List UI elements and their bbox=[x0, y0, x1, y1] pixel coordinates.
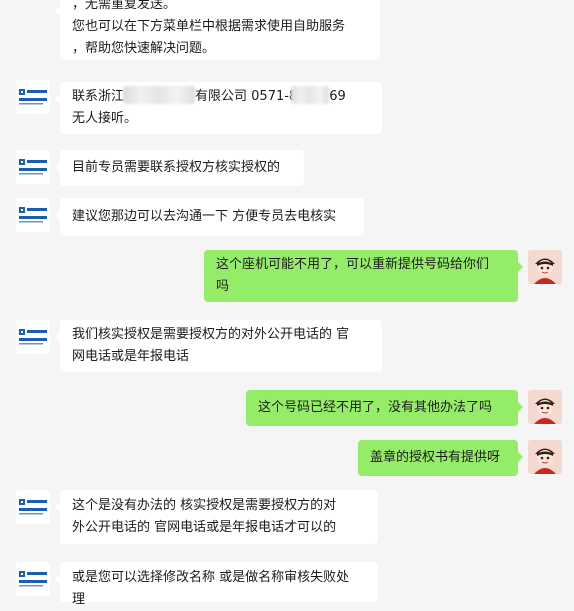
company-logo-icon[interactable] bbox=[16, 562, 50, 596]
message-text-part: 有限公司 0571-8 bbox=[195, 89, 298, 104]
message-bubble-incoming: 这个是没有办法的 核实授权是需要授权方的对 外公开电话的 官网电话或是年报电话才… bbox=[55, 490, 378, 544]
message-bubble-incoming: 建议您那边可以去沟通一下 方便专员去电核实 bbox=[55, 198, 364, 236]
message-text: 目前专员需要联系授权方核实授权的 bbox=[72, 160, 281, 175]
redacted-text bbox=[291, 86, 330, 104]
message-text: 盖章的授权书有提供呀 bbox=[370, 450, 501, 465]
message-text: 这个座机可能不用了，可以重新提供号码给你们 bbox=[216, 257, 490, 272]
user-cartoon-avatar[interactable] bbox=[528, 440, 562, 474]
chat-window: ，无需重复发送。 您也可以在下方菜单栏中根据需求使用自助服务 ，帮助您快速解决问… bbox=[0, 0, 574, 607]
message-text: 我们核实授权是需要授权方的对外公开电话的 官 bbox=[72, 327, 350, 342]
message-text-line: 联系浙江中 有限公司 0571-8 69 bbox=[72, 86, 370, 108]
company-logo-icon[interactable] bbox=[16, 320, 50, 354]
message-bubble-incoming: 目前专员需要联系授权方核实授权的 bbox=[55, 150, 304, 186]
message-text: 网电话或是年报电话 bbox=[72, 349, 190, 364]
company-logo-icon[interactable] bbox=[16, 490, 50, 524]
message-text: ，无需重复发送。 bbox=[72, 0, 177, 12]
message-bubble-outgoing: 这个座机可能不用了，可以重新提供号码给你们 吗 bbox=[204, 250, 523, 302]
company-logo-icon[interactable] bbox=[16, 150, 50, 184]
message-bubble-outgoing: 这个号码已经不用了，没有其他办法了吗 bbox=[246, 390, 523, 426]
message-text: 无人接听。 bbox=[72, 111, 138, 126]
user-cartoon-avatar[interactable] bbox=[528, 390, 562, 424]
message-text: 理 bbox=[72, 592, 86, 607]
message-text: 这个号码已经不用了，没有其他办法了吗 bbox=[258, 400, 493, 415]
message-bubble-outgoing: 盖章的授权书有提供呀 bbox=[358, 440, 523, 476]
message-text: 吗 bbox=[216, 279, 230, 294]
message-bubble-incoming: 或是您可以选择修改名称 或是做名称审核失败处 理 bbox=[55, 562, 378, 607]
message-text: 您也可以在下方菜单栏中根据需求使用自助服务 bbox=[72, 19, 346, 34]
message-text: 或是您可以选择修改名称 或是做名称审核失败处 bbox=[72, 570, 350, 585]
message-text-part: 69 bbox=[329, 89, 346, 104]
company-logo-icon[interactable] bbox=[16, 198, 50, 232]
message-bubble-incoming: ，无需重复发送。 您也可以在下方菜单栏中根据需求使用自助服务 ，帮助您快速解决问… bbox=[55, 0, 380, 60]
user-cartoon-avatar[interactable] bbox=[528, 250, 562, 284]
redacted-text bbox=[123, 86, 196, 104]
message-bubble-incoming: 联系浙江中 有限公司 0571-8 69 无人接听。 bbox=[55, 82, 382, 134]
message-text: 外公开电话的 官网电话或是年报电话才可以的 bbox=[72, 520, 337, 535]
message-bubble-incoming: 我们核实授权是需要授权方的对外公开电话的 官 网电话或是年报电话 bbox=[55, 320, 382, 372]
message-text: ，帮助您快速解决问题。 bbox=[72, 41, 216, 56]
company-logo-icon[interactable] bbox=[16, 80, 50, 114]
message-text: 这个是没有办法的 核实授权是需要授权方的对 bbox=[72, 498, 337, 513]
message-text: 建议您那边可以去沟通一下 方便专员去电核实 bbox=[72, 209, 337, 224]
